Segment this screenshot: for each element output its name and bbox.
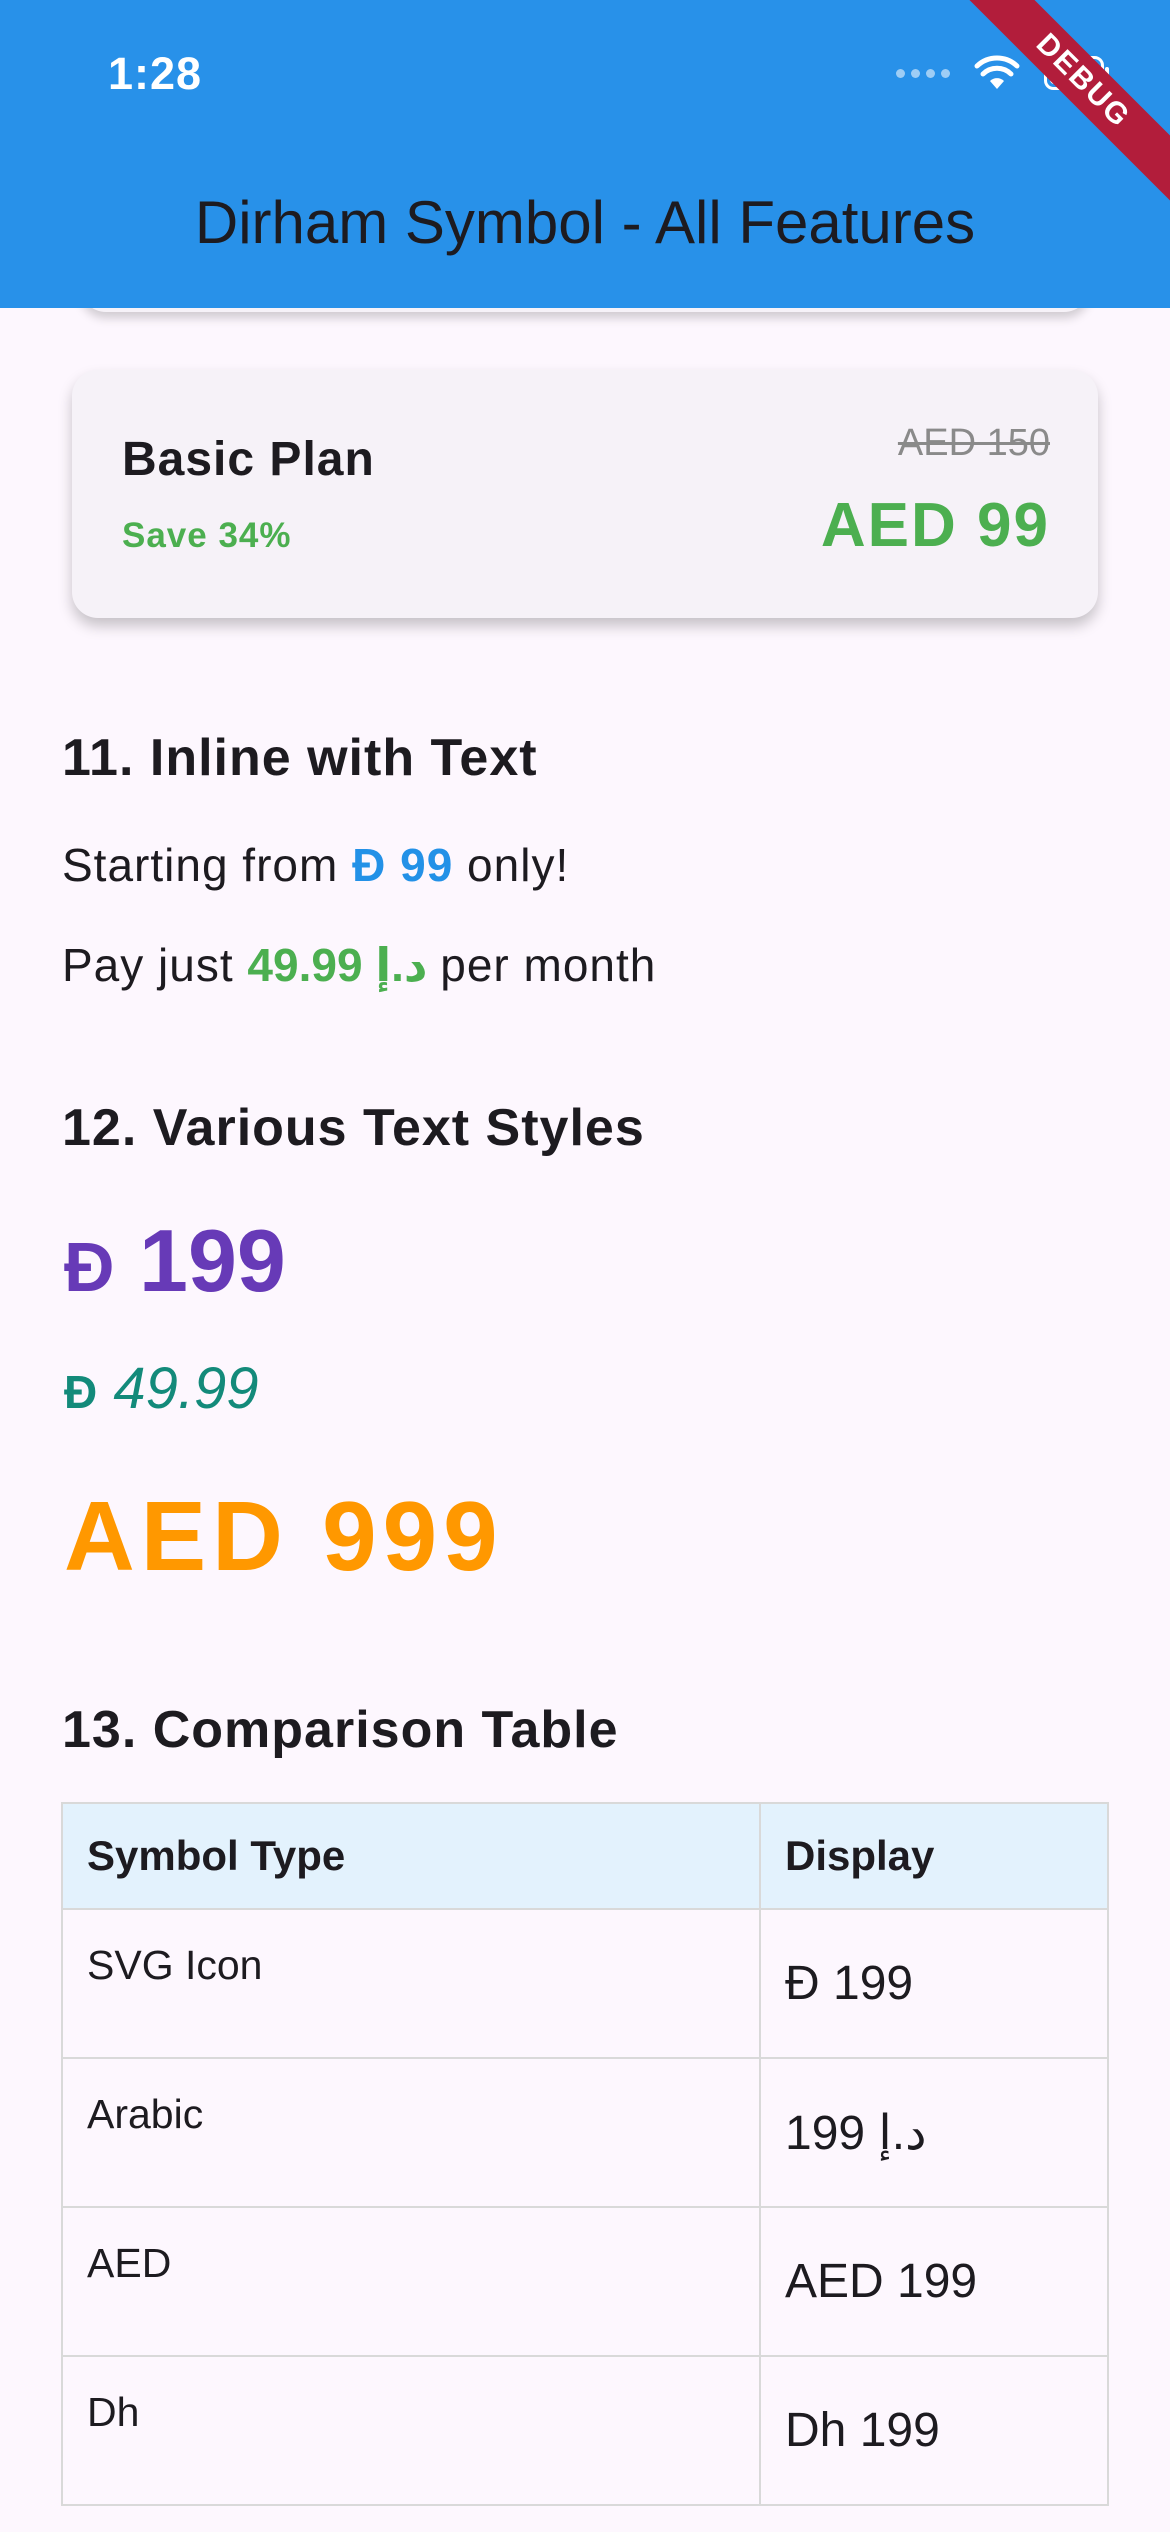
- table-header-row: Symbol Type Display: [61, 1802, 1109, 1910]
- dirham-symbol-icon: Đ: [64, 1366, 98, 1418]
- wifi-icon: [974, 55, 1020, 89]
- table-cell-type: Dh: [61, 2355, 761, 2506]
- table-cell-type: SVG Icon: [61, 1908, 761, 2059]
- table-row: SVG Icon Đ 199: [61, 1908, 1109, 2059]
- table-cell-type: AED: [61, 2206, 761, 2357]
- section-title-styles: 12. Various Text Styles: [62, 1099, 645, 1157]
- purple-price: Đ 199: [64, 1210, 286, 1312]
- comparison-table: Symbol Type Display SVG Icon Đ 199 Arabi…: [61, 1802, 1109, 2506]
- table-row: AED AED 199: [61, 2206, 1109, 2357]
- plan-save-badge: Save 34%: [122, 516, 292, 555]
- table-cell-type: Arabic: [61, 2057, 761, 2208]
- table-cell-display: Đ 199: [759, 1908, 1109, 2059]
- table-header: Display: [759, 1802, 1109, 1910]
- signal-icon: [896, 68, 950, 78]
- inline-amount: 99: [400, 839, 454, 891]
- table-cell-display: AED 199: [759, 2206, 1109, 2357]
- teal-amount: 49.99: [113, 1356, 259, 1421]
- dirham-symbol-icon: Đ: [352, 839, 387, 891]
- inline-line-1: Starting from Đ 99 only!: [62, 838, 569, 892]
- section-title-inline: 11. Inline with Text: [62, 729, 538, 787]
- dirham-symbol-icon: Đ: [64, 1228, 115, 1306]
- inline-amount: 49.99: [247, 939, 363, 991]
- table-row: Dh Dh 199: [61, 2355, 1109, 2506]
- basic-plan-card: Basic Plan Save 34% AED 150 AED 99: [72, 370, 1098, 618]
- status-time: 1:28: [108, 48, 203, 99]
- inline-text: Starting from: [62, 839, 353, 891]
- teal-price: Đ 49.99: [64, 1355, 259, 1422]
- plan-price: AED 99: [820, 491, 1050, 560]
- plan-name: Basic Plan: [122, 433, 375, 486]
- inline-line-2: Pay just د.إ 49.99 per month: [62, 938, 656, 992]
- app-bar: 1:28 Dirham Symbol - All Features: [0, 0, 1170, 308]
- table-row: Arabic د.إ 199: [61, 2057, 1109, 2208]
- table-cell-display: د.إ 199: [759, 2057, 1109, 2208]
- section-title-table: 13. Comparison Table: [62, 1701, 619, 1759]
- inline-text: per month: [427, 939, 657, 991]
- purple-amount: 199: [139, 1211, 286, 1310]
- table-header: Symbol Type: [61, 1802, 761, 1910]
- inline-text: only!: [453, 839, 570, 891]
- inline-text: Pay just: [62, 939, 248, 991]
- page-title: Dirham Symbol - All Features: [194, 189, 976, 256]
- plan-old-price: AED 150: [897, 422, 1050, 464]
- arabic-dirham-symbol: د.إ: [375, 939, 428, 991]
- orange-price: AED 999: [64, 1481, 504, 1591]
- table-cell-display: Dh 199: [759, 2355, 1109, 2506]
